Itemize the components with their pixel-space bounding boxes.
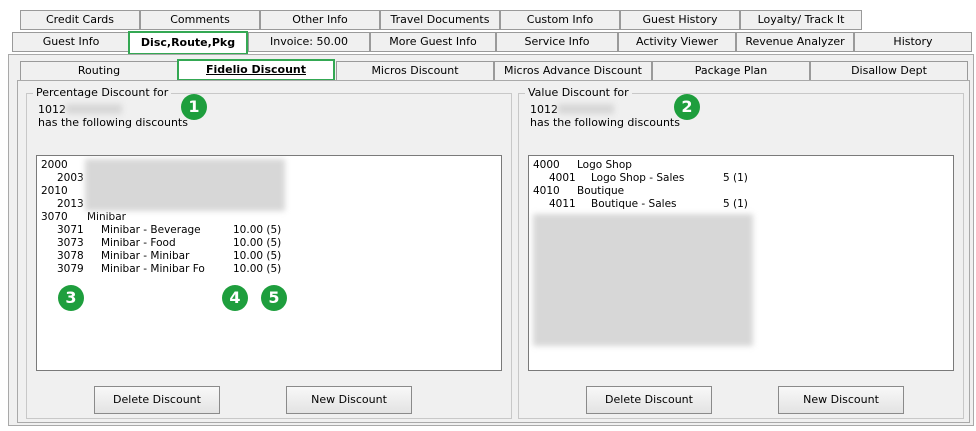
redacted-discount-rows: [533, 214, 753, 346]
subtab-disallow-dept[interactable]: Disallow Dept: [810, 61, 968, 81]
subtab-fidelio-discount[interactable]: Fidelio Discount: [177, 59, 335, 81]
subtab-micros-discount[interactable]: Micros Discount: [336, 61, 494, 81]
percentage-discount-title: Percentage Discount for: [33, 86, 172, 100]
tab-more-guest-info[interactable]: More Guest Info: [370, 32, 496, 52]
tab-comments[interactable]: Comments: [140, 10, 260, 30]
annotation-badge-1: 1: [181, 94, 207, 120]
left-new-discount-button[interactable]: New Discount: [286, 386, 412, 414]
subtab-routing[interactable]: Routing: [20, 61, 178, 81]
value-discount-title: Value Discount for: [525, 86, 632, 100]
right-new-discount-button[interactable]: New Discount: [778, 386, 904, 414]
percentage-discount-list[interactable]: 2000 2003 2010 2013 3070 Minibar 3071 Mini…: [36, 155, 502, 371]
tab-service-info[interactable]: Service Info: [496, 32, 618, 52]
right-delete-discount-button[interactable]: Delete Discount: [586, 386, 712, 414]
tab-invoice[interactable]: Invoice: 50.00: [248, 32, 370, 52]
tab-activity-viewer[interactable]: Activity Viewer: [618, 32, 736, 52]
tab-revenue-analyzer[interactable]: Revenue Analyzer: [736, 32, 854, 52]
left-account-number: 1012: [38, 103, 66, 116]
annotation-badge-5: 5: [261, 285, 287, 311]
tab-credit-cards[interactable]: Credit Cards: [20, 10, 140, 30]
tab-guest-info[interactable]: Guest Info: [12, 32, 130, 52]
left-account-name-redacted: [66, 104, 122, 114]
redacted-discount-names: [85, 159, 285, 211]
tab-disc-route-pkg[interactable]: Disc,Route,Pkg: [128, 31, 248, 55]
tab-custom-info[interactable]: Custom Info: [500, 10, 620, 30]
value-discount-list[interactable]: 4000 Logo Shop 4001 Logo Shop - Sales 5 (1)…: [528, 155, 954, 371]
right-subtitle: has the following discounts: [530, 116, 680, 129]
left-delete-discount-button[interactable]: Delete Discount: [94, 386, 220, 414]
tab-guest-history[interactable]: Guest History: [620, 10, 740, 30]
subtab-micros-advance-discount[interactable]: Micros Advance Discount: [494, 61, 652, 81]
annotation-badge-3: 3: [58, 285, 84, 311]
annotation-badge-4: 4: [222, 285, 248, 311]
right-account-number: 1012: [530, 103, 558, 116]
left-subtitle: has the following discounts: [38, 116, 188, 129]
subtab-package-plan[interactable]: Package Plan: [652, 61, 810, 81]
tab-history[interactable]: History: [854, 32, 972, 52]
annotation-badge-2: 2: [674, 94, 700, 120]
tab-loyalty-track-it[interactable]: Loyalty/ Track It: [740, 10, 862, 30]
right-account-name-redacted: [558, 104, 614, 114]
tab-other-info[interactable]: Other Info: [260, 10, 380, 30]
tab-travel-documents[interactable]: Travel Documents: [380, 10, 500, 30]
